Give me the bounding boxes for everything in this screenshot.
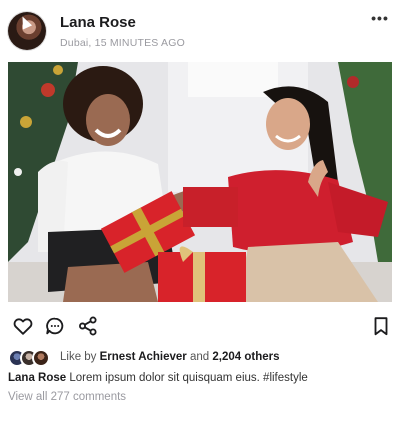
avatar[interactable]: [8, 12, 46, 50]
likes-row: Like by Ernest Achiever and 2,204 others: [8, 348, 392, 368]
liker-avatars[interactable]: [8, 349, 58, 367]
post-card: Lana Rose Dubai, 15 MINUTES AGO ••• Like…: [0, 0, 400, 423]
post-photo[interactable]: [8, 62, 392, 302]
likes-prefix: Like by: [60, 351, 97, 363]
likes-connector: and: [190, 351, 210, 363]
likes-summary[interactable]: Like by Ernest Achiever and 2,204 others: [60, 351, 280, 363]
mouse-cursor-icon: [17, 14, 33, 30]
heart-icon[interactable]: [12, 315, 34, 337]
post-caption: Lana Rose Lorem ipsum dolor sit quisquam…: [8, 372, 308, 384]
comment-icon[interactable]: [44, 315, 66, 337]
view-comments-link[interactable]: View all 277 comments: [8, 391, 126, 403]
post-photo-illustration: [8, 62, 392, 302]
more-options-icon[interactable]: •••: [370, 10, 390, 26]
liker-name[interactable]: Ernest Achiever: [100, 351, 187, 363]
caption-username[interactable]: Lana Rose: [8, 372, 66, 384]
bookmark-icon[interactable]: [370, 315, 392, 337]
share-icon[interactable]: [77, 315, 99, 337]
caption-text: Lorem ipsum dolor sit quisquam eius. #li…: [69, 372, 308, 384]
post-header: Lana Rose Dubai, 15 MINUTES AGO •••: [0, 0, 400, 62]
avatar: [32, 349, 50, 367]
post-username[interactable]: Lana Rose: [60, 14, 136, 31]
likes-count[interactable]: 2,204 others: [212, 351, 279, 363]
post-location-time: Dubai, 15 MINUTES AGO: [60, 37, 185, 49]
post-actions: [0, 312, 400, 340]
